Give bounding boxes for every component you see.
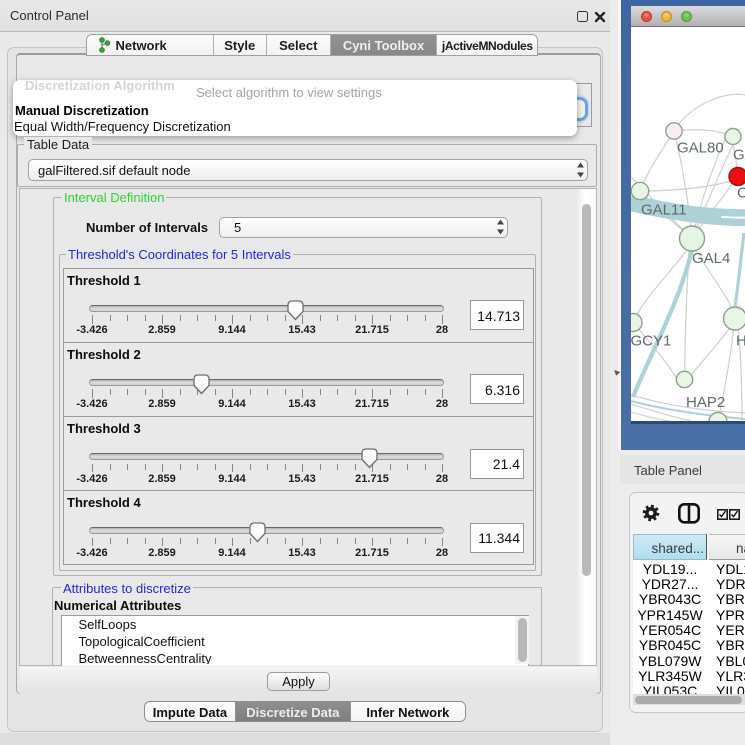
svg-text:C: C <box>737 184 745 201</box>
svg-text:GA: GA <box>733 146 745 163</box>
svg-text:H: H <box>736 332 745 349</box>
svg-text:GAL80: GAL80 <box>677 139 724 156</box>
svg-text:GCY1: GCY1 <box>631 332 671 349</box>
svg-text:HAP2: HAP2 <box>686 394 725 411</box>
svg-text:GAL11: GAL11 <box>641 201 687 218</box>
svg-text:GAL4: GAL4 <box>692 250 730 267</box>
